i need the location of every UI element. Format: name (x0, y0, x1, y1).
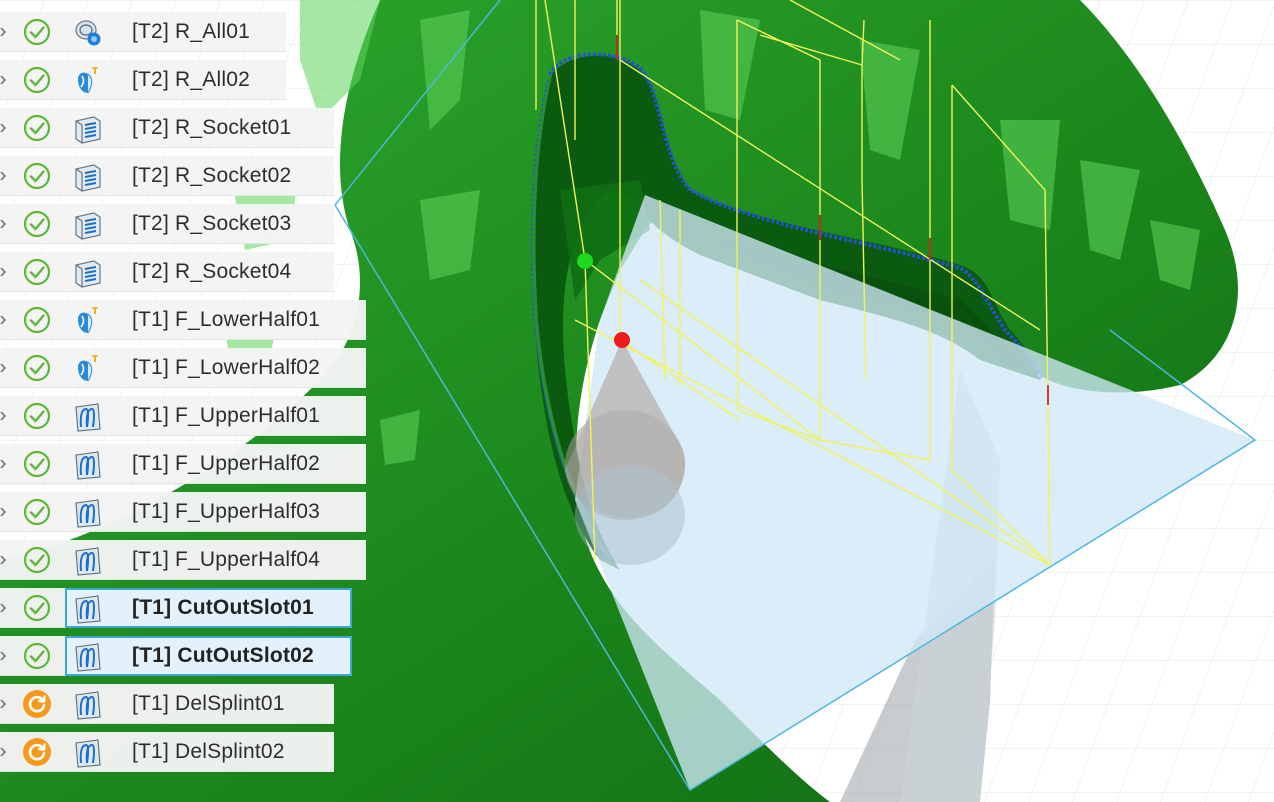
expand-chevron-icon[interactable] (0, 732, 8, 772)
expand-chevron-icon[interactable] (0, 12, 8, 52)
operation-label: [T1] DelSplint01 (132, 692, 285, 715)
drill-tool-icon (72, 305, 104, 337)
operation-label: [T2] R_All01 (132, 20, 250, 43)
regenerate-pending-icon (22, 689, 52, 719)
expand-chevron-icon[interactable] (0, 396, 8, 436)
toolpath-end-point[interactable] (614, 332, 630, 348)
swarf-icon (72, 401, 104, 433)
operation-label: [T2] R_Socket02 (132, 164, 292, 187)
operation-row[interactable]: [T1] DelSplint01 (0, 684, 334, 724)
operation-label: [T1] F_UpperHalf03 (132, 500, 321, 523)
check-circle-icon (22, 113, 52, 143)
operation-label: [T1] DelSplint02 (132, 740, 285, 763)
operation-row[interactable]: [T1] CutOutSlot02 (0, 636, 352, 676)
adaptive-clearing-icon (72, 17, 104, 49)
operation-label: [T2] R_Socket04 (132, 260, 292, 283)
expand-chevron-icon[interactable] (0, 348, 8, 388)
operation-label: [T1] CutOutSlot02 (132, 644, 314, 667)
expand-chevron-icon[interactable] (0, 156, 8, 196)
contour-icon (72, 161, 104, 193)
operation-row[interactable]: [T2] R_Socket04 (0, 252, 334, 292)
operation-label: [T1] F_UpperHalf02 (132, 452, 321, 475)
swarf-icon (72, 449, 104, 481)
operation-row[interactable]: [T1] F_LowerHalf01 (0, 300, 366, 340)
swarf-icon (72, 593, 104, 625)
check-circle-icon (22, 497, 52, 527)
expand-chevron-icon[interactable] (0, 684, 8, 724)
drill-tool-icon (72, 353, 104, 385)
check-circle-icon (22, 161, 52, 191)
expand-chevron-icon[interactable] (0, 108, 8, 148)
check-circle-icon (22, 65, 52, 95)
toolpath-start-point[interactable] (577, 253, 593, 269)
operation-label: [T1] F_UpperHalf04 (132, 548, 321, 571)
expand-chevron-icon[interactable] (0, 252, 8, 292)
swarf-icon (72, 737, 104, 769)
drill-tool-icon (72, 65, 104, 97)
contour-icon (72, 113, 104, 145)
operation-row[interactable]: [T1] F_UpperHalf01 (0, 396, 366, 436)
swarf-icon (72, 497, 104, 529)
expand-chevron-icon[interactable] (0, 204, 8, 244)
operation-label: [T1] F_UpperHalf01 (132, 404, 321, 427)
regenerate-pending-icon (22, 737, 52, 767)
operation-row[interactable]: [T2] R_Socket01 (0, 108, 334, 148)
operation-label: [T2] R_Socket03 (132, 212, 292, 235)
operation-row[interactable]: [T2] R_All01 (0, 12, 286, 52)
operation-row[interactable]: [T1] CutOutSlot01 (0, 588, 352, 628)
operation-label: [T2] R_All02 (132, 68, 250, 91)
expand-chevron-icon[interactable] (0, 540, 8, 580)
operation-row[interactable]: [T2] R_Socket02 (0, 156, 334, 196)
operation-row[interactable]: [T2] R_All02 (0, 60, 286, 100)
operation-row[interactable]: [T1] F_UpperHalf03 (0, 492, 366, 532)
contour-icon (72, 257, 104, 289)
operation-row[interactable]: [T1] DelSplint02 (0, 732, 334, 772)
expand-chevron-icon[interactable] (0, 300, 8, 340)
operation-label: [T1] F_LowerHalf02 (132, 356, 321, 379)
check-circle-icon (22, 641, 52, 671)
check-circle-icon (22, 545, 52, 575)
operation-label: [T2] R_Socket01 (132, 116, 292, 139)
check-circle-icon (22, 449, 52, 479)
swarf-icon (72, 689, 104, 721)
check-circle-icon (22, 17, 52, 47)
check-circle-icon (22, 401, 52, 431)
swarf-icon (72, 545, 104, 577)
operation-label: [T1] CutOutSlot01 (132, 596, 314, 619)
operation-row[interactable]: [T1] F_LowerHalf02 (0, 348, 366, 388)
check-circle-icon (22, 257, 52, 287)
check-circle-icon (22, 209, 52, 239)
check-circle-icon (22, 353, 52, 383)
operation-label: [T1] F_LowerHalf01 (132, 308, 321, 331)
check-circle-icon (22, 305, 52, 335)
operation-row[interactable]: [T2] R_Socket03 (0, 204, 334, 244)
expand-chevron-icon[interactable] (0, 636, 8, 676)
operation-row[interactable]: [T1] F_UpperHalf02 (0, 444, 366, 484)
expand-chevron-icon[interactable] (0, 492, 8, 532)
expand-chevron-icon[interactable] (0, 444, 8, 484)
operation-row[interactable]: [T1] F_UpperHalf04 (0, 540, 366, 580)
expand-chevron-icon[interactable] (0, 60, 8, 100)
check-circle-icon (22, 593, 52, 623)
contour-icon (72, 209, 104, 241)
expand-chevron-icon[interactable] (0, 588, 8, 628)
swarf-icon (72, 641, 104, 673)
